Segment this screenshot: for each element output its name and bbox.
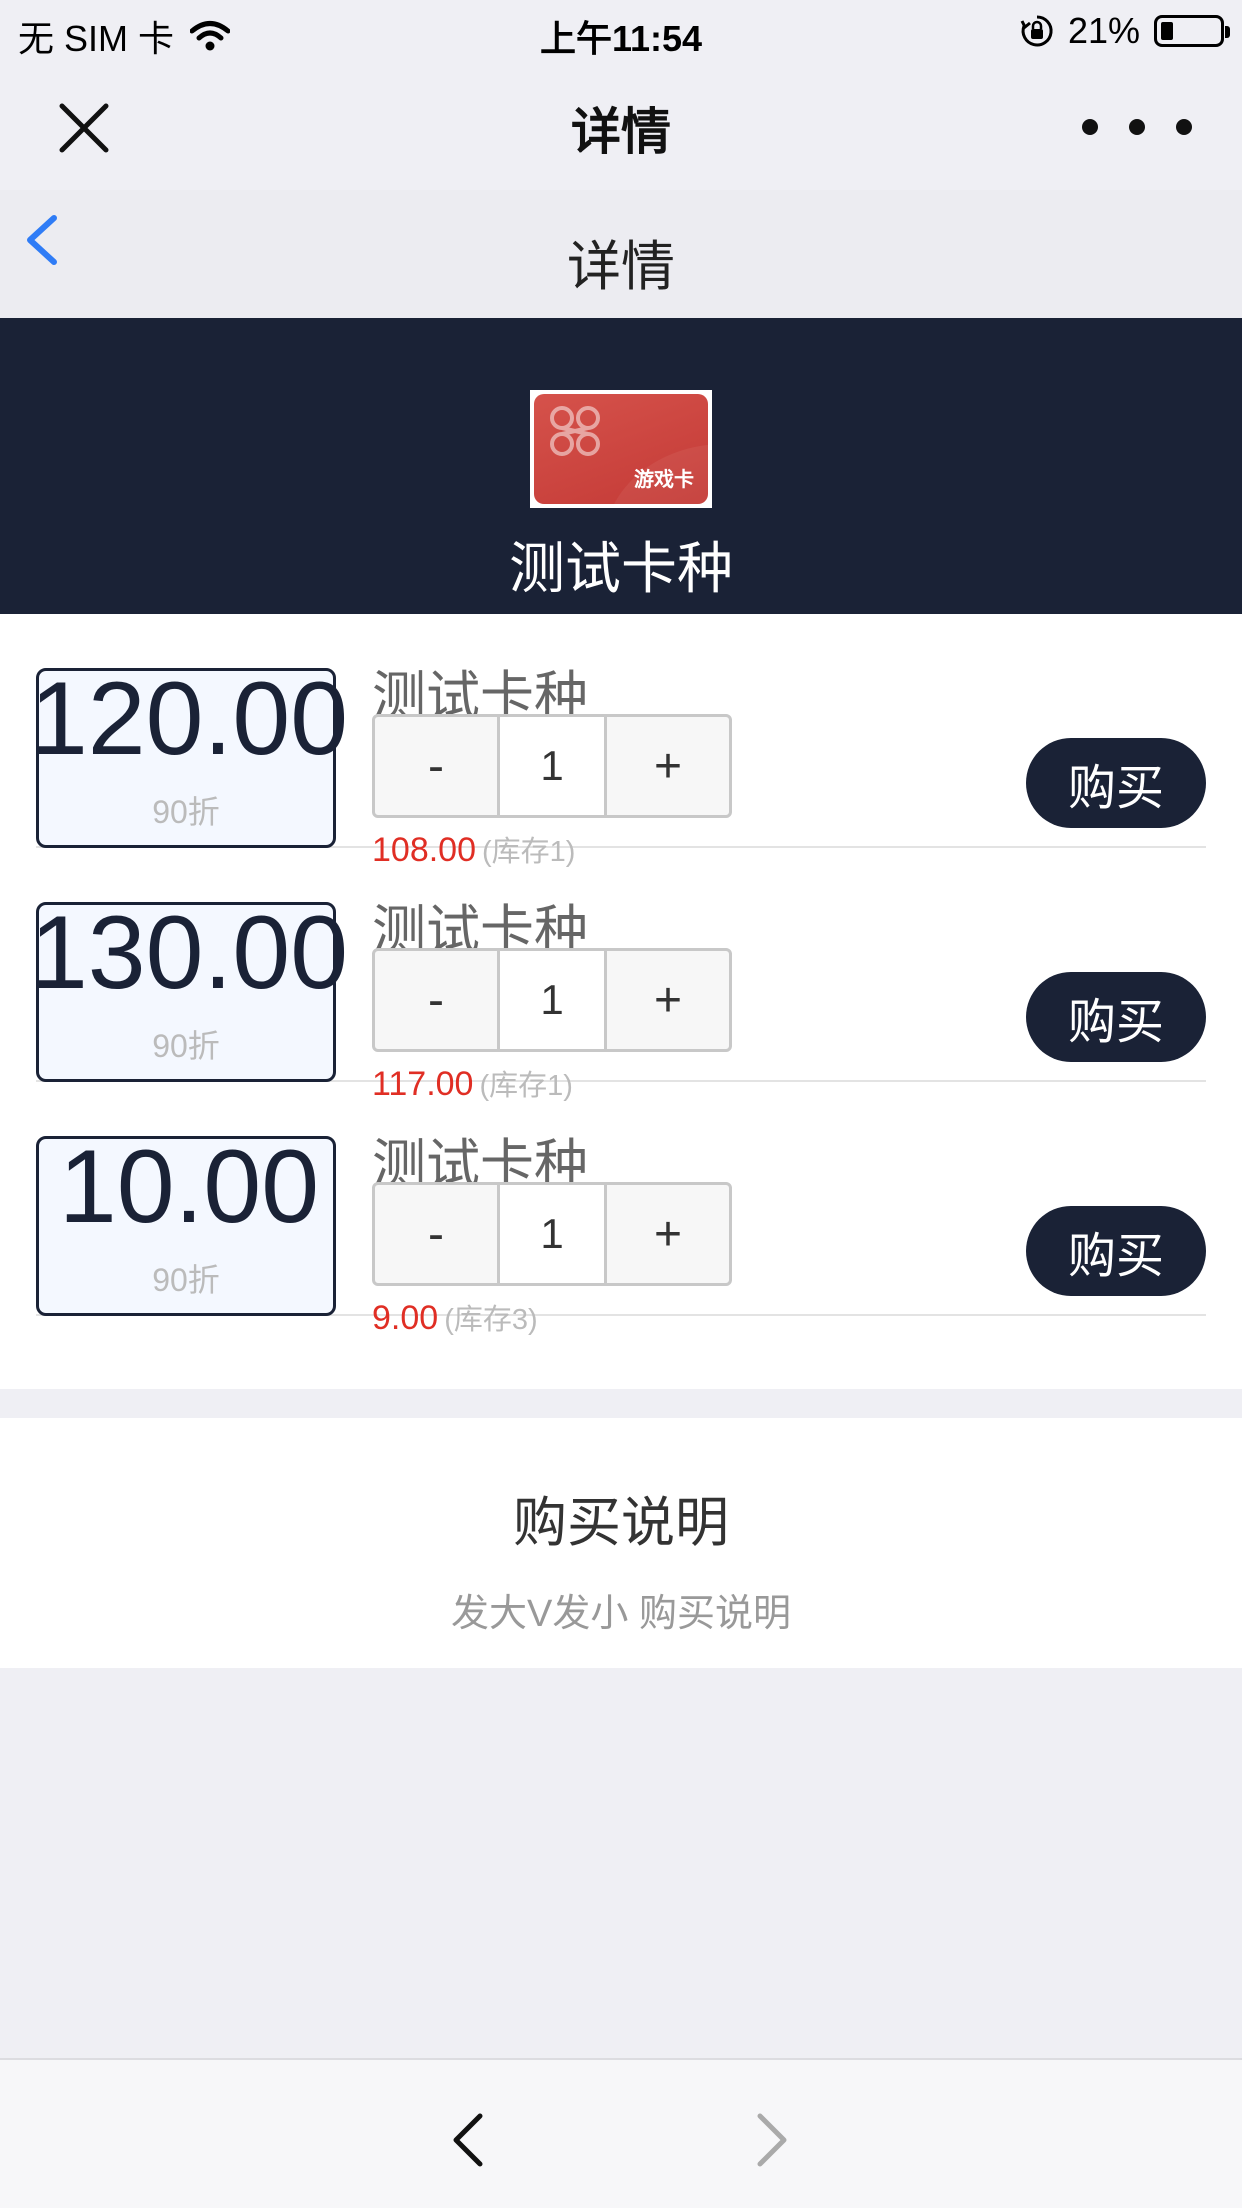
hero-title: 测试卡种 — [509, 537, 733, 600]
face-value: 10.00 — [58, 1129, 320, 1245]
plus-button[interactable]: + — [607, 717, 729, 815]
quantity-value[interactable]: 1 — [497, 951, 607, 1049]
discount-label: 90折 — [152, 1028, 220, 1064]
quantity-stepper: - 1 + — [372, 948, 732, 1052]
unicom-logo-icon — [550, 406, 600, 456]
nav-bar: 详情 — [0, 62, 1242, 190]
buy-button[interactable]: 购买 — [1026, 972, 1206, 1062]
status-bar: 无 SIM 卡 上午11:54 21% — [0, 0, 1242, 62]
forward-arrow-icon[interactable] — [740, 2110, 800, 2170]
battery-icon — [1154, 15, 1230, 47]
price: 9.00 — [372, 1299, 439, 1337]
plus-button[interactable]: + — [607, 1185, 729, 1283]
quantity-stepper: - 1 + — [372, 714, 732, 818]
battery-level — [1161, 22, 1173, 40]
purchase-notes: 购买说明 发大V发小 购买说明 — [0, 1418, 1242, 1668]
orientation-lock-icon — [1020, 15, 1053, 47]
product-row: 120.00 90折 测试卡种 - 1 + 108.00 (库存1) 购买 — [30, 614, 1206, 869]
face-value-box: 10.00 90折 — [36, 1135, 336, 1316]
minus-button[interactable]: - — [375, 717, 497, 815]
product-row: 10.00 90折 测试卡种 - 1 + 9.00 (库存3) 购买 — [36, 1082, 1206, 1337]
quantity-value[interactable]: 1 — [497, 1185, 607, 1283]
card-face: 游戏卡 — [534, 394, 708, 504]
face-value-box: 120.00 90折 — [30, 667, 348, 848]
page-title: 详情 — [567, 237, 675, 297]
face-value: 120.00 — [29, 661, 349, 777]
product-row: 130.00 90折 测试卡种 - 1 + 117.00 (库存1) 购买 — [30, 848, 1206, 1103]
minus-button[interactable]: - — [375, 951, 497, 1049]
nav-title: 详情 — [571, 104, 671, 160]
notes-text: 发大V发小 购买说明 — [451, 1593, 791, 1635]
back-arrow-icon[interactable] — [440, 2110, 500, 2170]
quantity-stepper: - 1 + — [372, 1182, 732, 1286]
more-dot — [1129, 119, 1145, 135]
stock-count: (库存3) — [444, 1304, 538, 1336]
notes-title: 购买说明 — [513, 1493, 729, 1553]
card-tag: 游戏卡 — [634, 467, 694, 491]
plus-button[interactable]: + — [607, 951, 729, 1049]
price-line: 9.00 (库存3) — [372, 1296, 538, 1338]
quantity-value[interactable]: 1 — [497, 717, 607, 815]
buy-button[interactable]: 购买 — [1026, 1206, 1206, 1296]
card-image: 游戏卡 — [530, 390, 712, 508]
bottom-toolbar — [0, 2058, 1242, 2208]
more-icon[interactable] — [1082, 112, 1192, 142]
discount-label: 90折 — [152, 1262, 220, 1298]
face-value-box: 130.00 90折 — [30, 901, 348, 1082]
more-dot — [1176, 119, 1192, 135]
discount-label: 90折 — [152, 794, 220, 830]
product-list: 120.00 90折 测试卡种 - 1 + 108.00 (库存1) 购买 130… — [0, 614, 1242, 1389]
page-header: 详情 — [0, 190, 1242, 318]
hero-banner: 游戏卡 测试卡种 — [0, 318, 1242, 614]
more-dot — [1082, 119, 1098, 135]
face-value: 130.00 — [29, 895, 349, 1011]
status-right: 21% — [1020, 10, 1230, 52]
buy-button[interactable]: 购买 — [1026, 738, 1206, 828]
battery-percent: 21% — [1067, 10, 1140, 51]
minus-button[interactable]: - — [375, 1185, 497, 1283]
